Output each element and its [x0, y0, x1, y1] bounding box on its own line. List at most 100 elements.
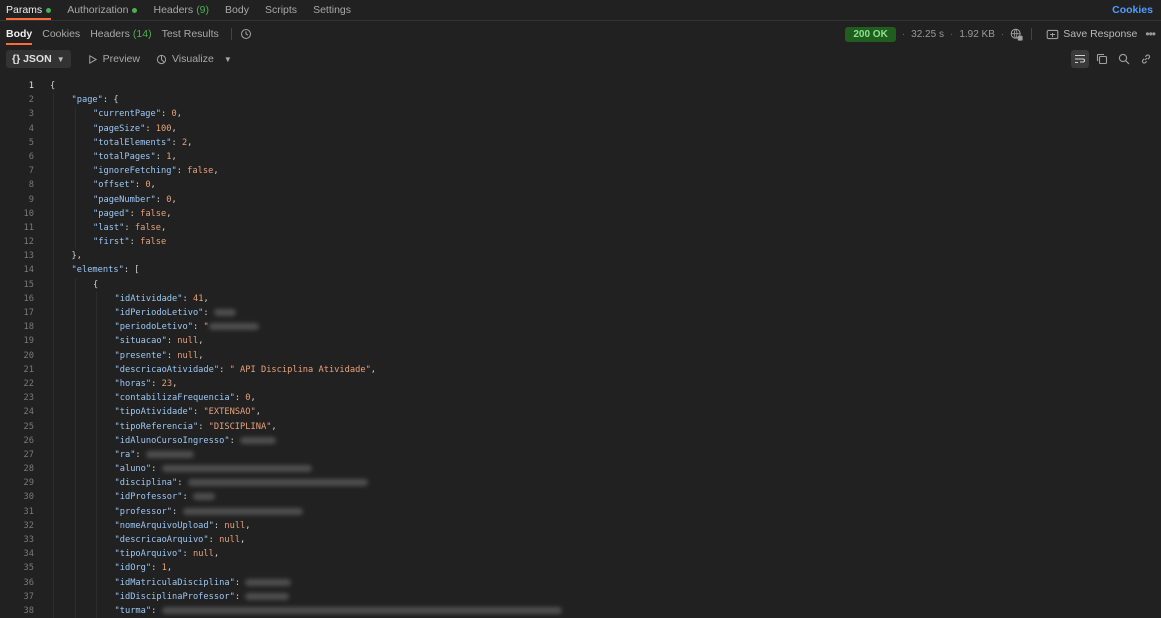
- json-key: "idPeriodoLetivo": [114, 308, 204, 318]
- line-number: 7: [28, 166, 34, 177]
- json-value: 100: [155, 123, 172, 134]
- indent-guide: [53, 575, 54, 590]
- history-icon[interactable]: [240, 28, 252, 40]
- json-punctuation: ,: [370, 364, 377, 375]
- response-time[interactable]: 32.25 s: [911, 29, 944, 40]
- indent-guide: [74, 306, 76, 321]
- indent-guide: [96, 291, 97, 306]
- response-tab-test-results-label: Test Results: [161, 28, 219, 40]
- tab-headers[interactable]: Headers (9): [153, 0, 209, 20]
- redacted-value: [245, 592, 290, 600]
- link-icon[interactable]: [1137, 50, 1155, 68]
- json-key: "elements": [71, 265, 124, 276]
- json-key: "periodoLetivo": [114, 322, 193, 333]
- copy-icon[interactable]: [1093, 50, 1111, 68]
- visualize-button[interactable]: Visualize: [156, 53, 214, 65]
- code-text: "presente": null,: [34, 348, 203, 363]
- json-value: "EXTENSAO": [203, 407, 256, 418]
- json-punctuation: :: [124, 222, 135, 233]
- response-tab-headers[interactable]: Headers (14): [90, 21, 151, 47]
- json-punctuation: :: [192, 322, 204, 333]
- json-value: null: [177, 336, 199, 347]
- play-icon: [88, 54, 97, 64]
- cookies-link[interactable]: Cookies: [1112, 4, 1153, 16]
- code-text: "last": false,: [34, 220, 166, 236]
- json-punctuation: :: [176, 166, 188, 177]
- json-punctuation: ,: [166, 208, 172, 219]
- json-key: "aluno": [114, 464, 152, 475]
- code-line: 34 "tipoArquivo": null,: [0, 547, 1161, 562]
- indent-guide: [74, 164, 76, 179]
- indent-guide: [74, 348, 76, 363]
- line-number: 28: [23, 464, 34, 475]
- line-number: 23: [23, 393, 34, 404]
- indent-guide: [96, 490, 97, 505]
- indent-guide: [53, 518, 54, 533]
- more-options-icon[interactable]: •••: [1145, 27, 1156, 41]
- response-tab-test-results[interactable]: Test Results: [162, 21, 219, 47]
- code-line: 13},: [0, 249, 1161, 264]
- indent-guide: [96, 589, 97, 604]
- code-text: "periodoLetivo": ": [34, 320, 259, 335]
- chevron-down-icon[interactable]: ▼: [224, 55, 232, 64]
- json-punctuation: :: [182, 492, 193, 503]
- preview-button[interactable]: Preview: [87, 53, 140, 65]
- response-size[interactable]: 1.92 KB: [959, 29, 995, 40]
- indent-guide: [96, 603, 97, 618]
- code-text: "ra":: [34, 447, 194, 463]
- indent-guide: [96, 306, 97, 321]
- json-key: "pageNumber": [93, 194, 156, 205]
- save-response-button[interactable]: Save Response: [1063, 28, 1137, 40]
- json-punctuation: ,: [166, 563, 173, 574]
- json-key: "currentPage": [93, 109, 161, 120]
- visualize-icon: [156, 54, 167, 64]
- json-key: "pageSize": [93, 123, 146, 134]
- response-tab-body[interactable]: Body: [6, 21, 33, 47]
- indent-guide: [74, 433, 76, 448]
- tab-body[interactable]: Body: [225, 0, 249, 20]
- json-key: "professor": [114, 506, 173, 517]
- code-text: "idMatriculaDisciplina":: [34, 575, 292, 590]
- json-value: null: [219, 535, 241, 545]
- status-badge[interactable]: 200 OK: [845, 26, 896, 42]
- indent-guide: [74, 447, 76, 463]
- tab-settings[interactable]: Settings: [313, 0, 351, 20]
- search-icon[interactable]: [1115, 50, 1133, 68]
- json-punctuation: :: [208, 535, 220, 545]
- body-tools: [1067, 50, 1155, 68]
- code-line: 19 "situacao": null,: [0, 334, 1161, 349]
- redacted-value: [240, 436, 277, 444]
- save-response-icon[interactable]: [1046, 28, 1059, 41]
- response-body-code[interactable]: 1{2 "page": {3 "currentPage": 0, 4 "pageSize…: [0, 79, 1161, 618]
- indent-guide: [74, 235, 76, 250]
- tab-headers-label: Headers: [153, 4, 194, 16]
- tab-body-label: Body: [225, 4, 249, 16]
- response-tab-cookies[interactable]: Cookies: [42, 21, 80, 47]
- code-text: "descricaoArquivo": null,: [34, 533, 245, 548]
- line-number: 21: [23, 364, 34, 375]
- json-punctuation: :: [203, 308, 214, 318]
- json-value: null: [192, 549, 214, 560]
- format-dropdown[interactable]: {} JSON ▼: [6, 50, 71, 68]
- line-number: 37: [23, 591, 34, 602]
- tab-scripts[interactable]: Scripts: [265, 0, 297, 20]
- json-punctuation: :: [166, 336, 178, 347]
- indent-guide: [53, 561, 54, 576]
- tab-authorization[interactable]: Authorization: [67, 0, 138, 20]
- indent-guide: [96, 447, 97, 463]
- code-text: "nomeArquivoUpload": null,: [34, 518, 251, 533]
- redacted-value: [145, 450, 194, 458]
- tab-params[interactable]: Params: [6, 0, 52, 20]
- code-text: "idOrg": 1,: [34, 561, 173, 576]
- line-number: 26: [23, 435, 34, 446]
- code-text: "descricaoAtividade": " API Disciplina A…: [34, 362, 377, 377]
- json-punctuation: :: [166, 350, 178, 361]
- tab-settings-label: Settings: [313, 4, 352, 16]
- network-globe-icon[interactable]: [1010, 28, 1023, 41]
- json-key: "idProfessor": [114, 492, 183, 503]
- code-line: 26 "idAlunoCursoIngresso":: [0, 433, 1161, 448]
- json-punctuation: ,: [203, 293, 209, 304]
- line-number: 15: [23, 279, 34, 290]
- wrap-lines-icon[interactable]: [1071, 50, 1089, 68]
- indent-guide: [53, 149, 54, 165]
